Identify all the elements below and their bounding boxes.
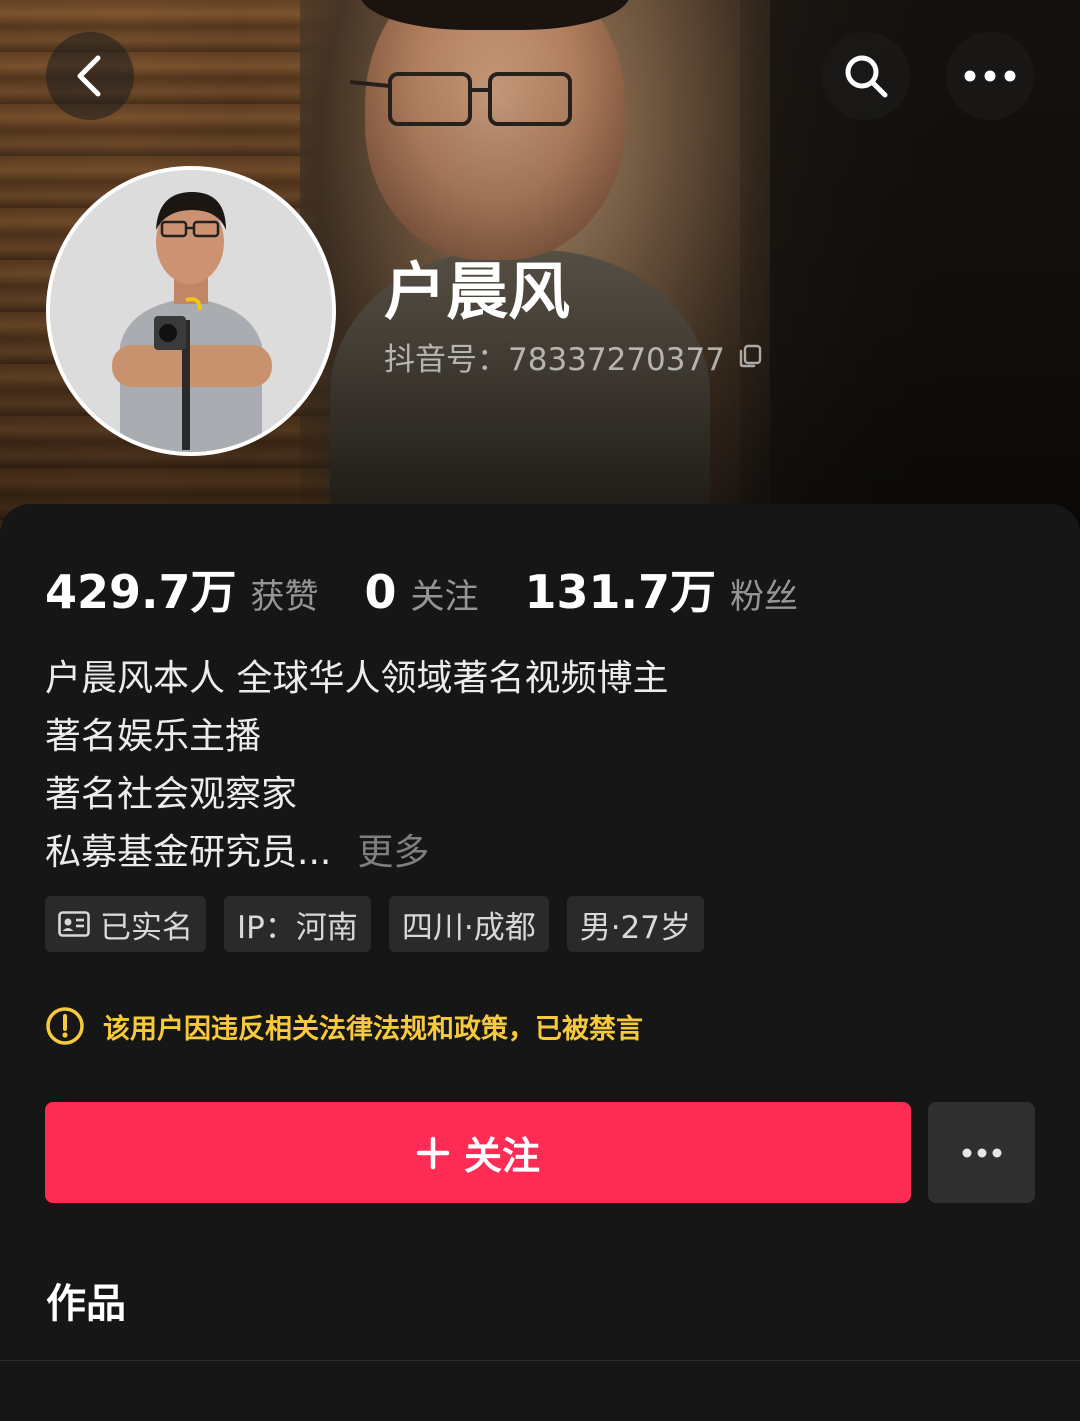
bio-line: 著名社会观察家	[45, 774, 298, 815]
tab-works[interactable]: 作品	[46, 1276, 126, 1332]
bio: 户晨风本人 全球华人领域著名视频博主 著名娱乐主播 著名社会观察家 私募基金研究…	[45, 650, 1035, 882]
ban-notice-text: 该用户因违反相关法律法规和政策，已被禁言	[103, 1013, 643, 1045]
more-horizontal-icon	[962, 1148, 1002, 1158]
tab-divider	[0, 1360, 1080, 1361]
ban-notice: 该用户因违反相关法律法规和政策，已被禁言	[45, 1004, 643, 1048]
more-options-button[interactable]	[946, 32, 1034, 120]
profile-tags: 已实名 IP：河南 四川·成都 男·27岁	[45, 896, 722, 952]
profile-name: 户晨风	[384, 255, 571, 328]
follow-button-label: 关注	[463, 1134, 540, 1178]
tag-label: 已实名	[100, 909, 193, 946]
profile-page: 户晨风 抖音号：78337270377 429.7万 获赞 0 关注 131.7…	[0, 0, 1080, 1421]
stat-value: 429.7万	[45, 565, 237, 619]
tag-location[interactable]: 四川·成都	[388, 896, 549, 952]
more-actions-button[interactable]	[928, 1102, 1035, 1203]
bio-line-last: 私募基金研究员... 更多	[45, 824, 1035, 882]
tag-label: 四川·成都	[401, 909, 536, 946]
profile-info-panel: 429.7万 获赞 0 关注 131.7万 粉丝 户晨风本人 全球华人领域著名视…	[0, 504, 1080, 1421]
more-horizontal-icon	[964, 70, 1016, 82]
stat-likes[interactable]: 429.7万 获赞	[45, 556, 319, 622]
back-button[interactable]	[46, 32, 134, 120]
id-card-icon	[58, 911, 90, 937]
warning-icon	[45, 1006, 85, 1046]
stat-value: 0	[364, 565, 397, 619]
douyin-id[interactable]: 抖音号：78337270377	[384, 334, 763, 378]
copy-icon[interactable]	[737, 343, 763, 369]
bio-line-text: 私募基金研究员...	[45, 832, 332, 873]
tag-gender-age[interactable]: 男·27岁	[566, 896, 705, 952]
bio-line: 户晨风本人 全球华人领域著名视频博主	[45, 658, 669, 699]
search-icon	[842, 52, 890, 100]
stat-followers[interactable]: 131.7万 粉丝	[525, 556, 799, 622]
plus-icon	[416, 1136, 450, 1170]
stat-following[interactable]: 0 关注	[365, 565, 479, 619]
tag-label: 男·27岁	[579, 909, 692, 946]
bio-more-link[interactable]: 更多	[357, 832, 429, 873]
stat-label: 粉丝	[730, 577, 799, 617]
tag-ip[interactable]: IP：河南	[224, 896, 371, 952]
bio-line: 著名娱乐主播	[45, 716, 262, 757]
chevron-left-icon	[70, 52, 110, 100]
stat-label: 关注	[410, 577, 479, 617]
tag-verified[interactable]: 已实名	[45, 896, 206, 952]
follow-button[interactable]: 关注	[45, 1102, 911, 1203]
tag-label: IP：河南	[237, 909, 358, 946]
stats-row: 429.7万 获赞 0 关注 131.7万 粉丝	[45, 556, 844, 619]
stat-label: 获赞	[250, 577, 319, 617]
douyin-id-text: 抖音号：78337270377	[384, 341, 725, 378]
avatar[interactable]	[46, 166, 336, 456]
search-button[interactable]	[822, 32, 910, 120]
stat-value: 131.7万	[524, 565, 717, 619]
